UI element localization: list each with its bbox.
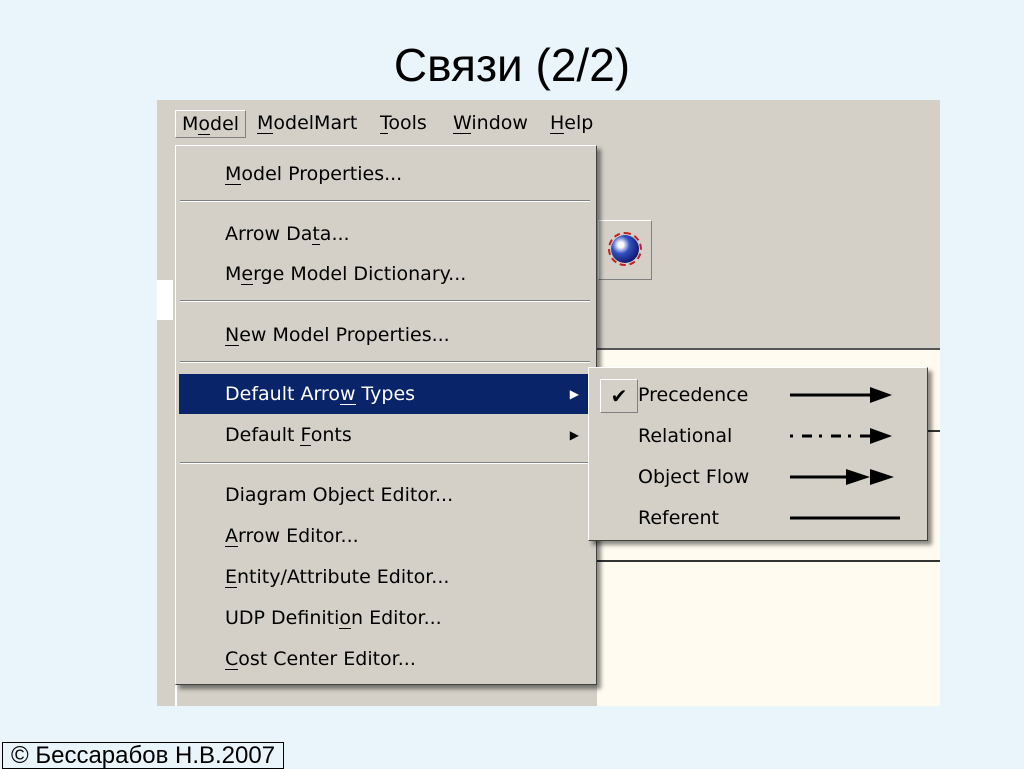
submenu-arrow-icon: ▶	[569, 387, 579, 401]
submenu-item-precedence[interactable]: ✔ Precedence	[592, 375, 922, 415]
menu-item-arrow-data[interactable]: Arrow Data...	[179, 214, 593, 254]
menu-item-default-fonts[interactable]: Default Fonts ▶	[179, 415, 593, 455]
menu-modelmart[interactable]: ModelMart	[251, 110, 363, 136]
menu-label: Model Properties...	[225, 163, 403, 185]
menu-model[interactable]: Model	[175, 110, 247, 138]
menu-label: UDP Definition Editor...	[225, 607, 442, 629]
submenu-item-referent[interactable]: Referent	[592, 498, 922, 538]
menu-label: Diagram Object Editor...	[225, 484, 454, 506]
submenu-item-object-flow[interactable]: Object Flow	[592, 457, 922, 497]
slide-title: Связи (2/2)	[393, 39, 631, 91]
copyright-label: © Бессарабов Н.В.2007	[2, 742, 285, 769]
toolbar-button[interactable]	[598, 220, 652, 280]
menu-label: Window	[453, 112, 528, 134]
menu-label: Help	[550, 112, 594, 134]
menu-item-cost-center-editor[interactable]: Cost Center Editor...	[179, 639, 593, 679]
menu-item-merge-model-dictionary[interactable]: Merge Model Dictionary...	[179, 254, 593, 294]
menu-item-udp-definition-editor[interactable]: UDP Definition Editor...	[179, 598, 593, 638]
menu-item-diagram-object-editor[interactable]: Diagram Object Editor...	[179, 475, 593, 515]
arrow-types-submenu: ✔ Precedence Relational Object Flow Refe…	[588, 367, 928, 541]
submenu-label: Referent	[638, 507, 719, 529]
menu-label: Entity/Attribute Editor...	[225, 566, 450, 588]
separator	[180, 300, 590, 302]
menu-label: New Model Properties...	[225, 324, 450, 346]
separator	[180, 361, 590, 363]
menu-item-arrow-editor[interactable]: Arrow Editor...	[179, 516, 593, 556]
menu-label: Model	[182, 113, 240, 135]
submenu-label: Object Flow	[638, 466, 750, 488]
submenu-item-relational[interactable]: Relational	[592, 416, 922, 456]
submenu-arrow-icon: ▶	[569, 428, 579, 442]
solid-arrow-icon	[790, 387, 892, 403]
menu-label: Default Fonts	[225, 424, 352, 446]
model-menu: Model Properties... Arrow Data... Merge …	[175, 145, 597, 685]
submenu-label: Precedence	[638, 384, 749, 406]
double-arrow-icon	[790, 469, 894, 485]
menu-item-model-properties[interactable]: Model Properties...	[179, 154, 593, 194]
menu-label: ModelMart	[257, 112, 358, 134]
menubar: Model ModelMart Tools Window Help	[157, 100, 940, 150]
line-icon	[790, 516, 900, 520]
menu-label: Merge Model Dictionary...	[225, 263, 467, 285]
submenu-label: Relational	[638, 425, 733, 447]
menu-label: Tools	[380, 112, 427, 134]
menu-label: Default Arrow Types	[225, 383, 416, 405]
separator	[180, 200, 590, 202]
menu-item-new-model-properties[interactable]: New Model Properties...	[179, 315, 593, 355]
menu-window[interactable]: Window	[447, 110, 534, 136]
menu-item-entity-attribute-editor[interactable]: Entity/Attribute Editor...	[179, 557, 593, 597]
menu-tools[interactable]: Tools	[374, 110, 433, 136]
menu-label: Arrow Data...	[225, 223, 350, 245]
menu-label: Arrow Editor...	[225, 525, 359, 547]
left-toolbar	[157, 150, 177, 706]
menu-item-default-arrow-types[interactable]: Default Arrow Types ▶	[179, 374, 593, 414]
menu-help[interactable]: Help	[544, 110, 599, 136]
checkmark-icon: ✔	[600, 379, 638, 413]
menu-label: Cost Center Editor...	[225, 648, 416, 670]
globe-icon	[608, 232, 642, 266]
dashed-arrow-icon	[790, 428, 892, 444]
separator	[180, 462, 590, 464]
